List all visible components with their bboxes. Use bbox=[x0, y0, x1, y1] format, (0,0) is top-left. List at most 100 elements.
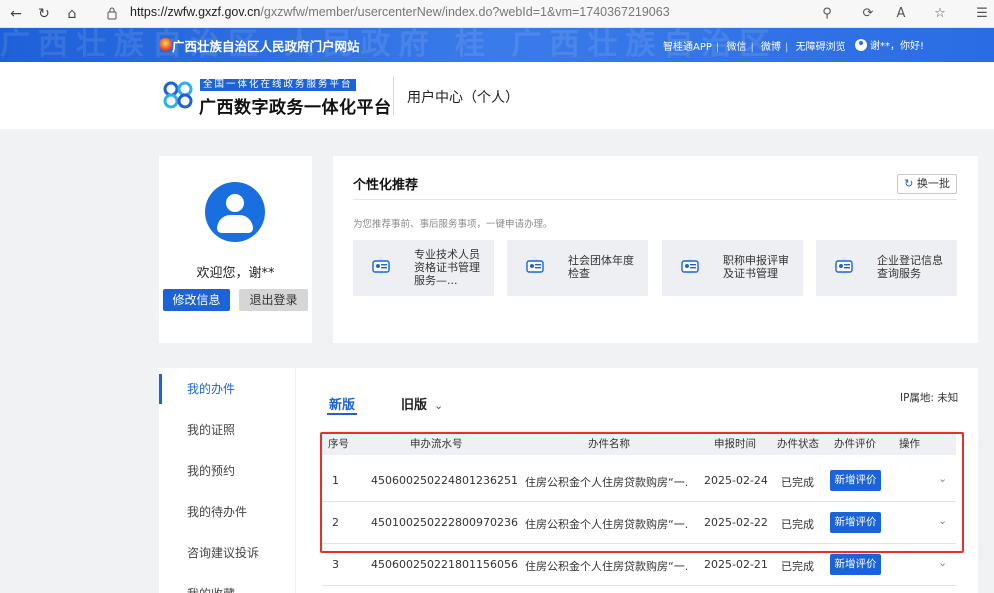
column-header-status: 办件状态 bbox=[777, 438, 819, 450]
row-no: 1 bbox=[332, 474, 339, 487]
gov-link-wechat[interactable]: 微信 bbox=[726, 42, 746, 53]
logout-button[interactable]: 退出登录 bbox=[239, 289, 308, 311]
browser-toolbar: ← ↻ ⌂ https://zwfw.gxzf.gov.cn/gxzwfw/me… bbox=[0, 0, 994, 28]
cases-panel: 新版 旧版 ⌄ IP属地: 未知 序号 申办流水号 办件名称 申报时间 办件状态 … bbox=[296, 368, 978, 593]
edit-profile-button[interactable]: 修改信息 bbox=[163, 289, 230, 311]
column-header-date: 申报时间 bbox=[714, 438, 756, 450]
gov-link-weibo[interactable]: 微博 bbox=[761, 42, 781, 53]
row-serial: 450100250222800970236 bbox=[371, 516, 518, 529]
url-path: /gxzwfw/member/usercenterNew/index.do?we… bbox=[260, 5, 670, 19]
recommendation-item[interactable]: 专业技术人员资格证书管理服务—... bbox=[353, 240, 494, 296]
service-card-icon bbox=[680, 257, 700, 275]
row-date: 2025-02-22 bbox=[704, 516, 768, 529]
chevron-down-icon: ⌄ bbox=[434, 399, 444, 412]
recommendation-item-label: 企业登记信息查询服务 bbox=[877, 254, 943, 280]
tab-new-version[interactable]: 新版 bbox=[329, 394, 355, 413]
add-rating-button[interactable]: 新增评价 bbox=[830, 512, 881, 533]
row-status: 已完成 bbox=[781, 560, 814, 573]
welcome-text: 欢迎您，谢** bbox=[196, 266, 275, 281]
ip-location: IP属地: 未知 bbox=[900, 392, 959, 404]
recommendation-card: 个性化推荐 ↻ 换一批 为您推荐事前、事后服务事项，一键申请办理。 专业技术人员… bbox=[333, 156, 978, 343]
sidebar-item-consult-complaint[interactable]: 咨询建议投诉 bbox=[159, 538, 295, 568]
row-date: 2025-02-24 bbox=[704, 474, 768, 487]
zoom-icon[interactable]: ⚲ bbox=[817, 4, 837, 24]
gov-link-accessibility[interactable]: 无障碍浏览 bbox=[796, 42, 846, 53]
read-aloud-icon[interactable]: A bbox=[891, 4, 911, 24]
row-no: 2 bbox=[332, 516, 339, 529]
address-bar[interactable]: https://zwfw.gxzf.gov.cn/gxzwfw/member/u… bbox=[130, 5, 670, 19]
row-name[interactable]: 住房公积金个人住房贷款购房“一... bbox=[525, 558, 687, 574]
chevron-down-icon[interactable]: ⌄ bbox=[938, 556, 947, 569]
table-row[interactable]: 3 450600250221801156056 住房公积金个人住房贷款购房“一.… bbox=[322, 544, 956, 586]
add-rating-button[interactable]: 新增评价 bbox=[830, 554, 881, 575]
gov-link-app[interactable]: 智桂通APP bbox=[663, 42, 712, 53]
profile-card: 欢迎您，谢** 修改信息 退出登录 bbox=[159, 156, 312, 343]
column-header-name: 办件名称 bbox=[588, 438, 630, 450]
recommendation-item-label: 职称申报评审及证书管理 bbox=[723, 254, 789, 280]
back-icon[interactable]: ← bbox=[6, 4, 26, 24]
add-rating-button[interactable]: 新增评价 bbox=[830, 470, 881, 491]
sidebar-item-my-pending[interactable]: 我的待办件 bbox=[159, 497, 295, 527]
row-status: 已完成 bbox=[781, 518, 814, 531]
recommendation-item[interactable]: 职称申报评审及证书管理 bbox=[662, 240, 803, 296]
active-tab-indicator bbox=[327, 413, 357, 415]
platform-name[interactable]: 广西数字政务一体化平台 bbox=[199, 93, 392, 118]
gov-bar-pattern: 广西壮族自治区 人民政府 桂 广西壮族自治区 bbox=[0, 28, 778, 62]
refresh-batch-button[interactable]: ↻ 换一批 bbox=[897, 174, 957, 194]
table-row[interactable]: 2 450100250222800970236 住房公积金个人住房贷款购房“一.… bbox=[322, 502, 956, 544]
row-name[interactable]: 住房公积金个人住房贷款购房“一... bbox=[525, 516, 687, 532]
gov-top-bar: 广西壮族自治区 人民政府 桂 广西壮族自治区 广西壮族自治区人民政府门户网站 智… bbox=[0, 28, 994, 62]
page-margin bbox=[978, 129, 994, 593]
page-title: 用户中心（个人） bbox=[407, 90, 519, 106]
sidebar-item-my-licenses[interactable]: 我的证照 bbox=[159, 415, 295, 445]
table-row[interactable]: 1 450600250224801236251 住房公积金个人住房贷款购房“一.… bbox=[322, 460, 956, 502]
user-icon bbox=[855, 39, 867, 51]
site-info-icon[interactable] bbox=[105, 6, 119, 20]
table-header: 序号 申办流水号 办件名称 申报时间 办件状态 办件评价 操作 bbox=[322, 431, 956, 455]
favorite-star-icon[interactable]: ☆ bbox=[930, 4, 950, 24]
refresh-icon[interactable]: ↻ bbox=[34, 4, 54, 24]
recommendation-item-label: 社会团体年度检查 bbox=[568, 254, 634, 280]
home-icon[interactable]: ⌂ bbox=[62, 4, 82, 24]
refresh-batch-label: 换一批 bbox=[916, 177, 950, 190]
reload-extension-icon[interactable]: ⟳ bbox=[858, 4, 878, 24]
column-header-no: 序号 bbox=[328, 438, 349, 450]
chevron-down-icon[interactable]: ⌄ bbox=[938, 472, 947, 485]
service-card-icon bbox=[834, 257, 854, 275]
sidebar-item-my-appointments[interactable]: 我的预约 bbox=[159, 456, 295, 486]
header-divider bbox=[393, 76, 394, 116]
user-center-sidebar: 我的办件 我的证照 我的预约 我的待办件 咨询建议投诉 我的收藏 bbox=[159, 368, 295, 593]
refresh-icon: ↻ bbox=[904, 177, 914, 190]
column-header-action: 操作 bbox=[899, 438, 920, 450]
sidebar-item-my-cases[interactable]: 我的办件 bbox=[159, 374, 295, 404]
chevron-down-icon[interactable]: ⌄ bbox=[938, 514, 947, 527]
url-host: https://zwfw.gxzf.gov.cn bbox=[130, 5, 261, 19]
recommendation-item[interactable]: 社会团体年度检查 bbox=[507, 240, 648, 296]
gov-emblem-icon bbox=[159, 38, 172, 51]
row-serial: 450600250224801236251 bbox=[371, 474, 518, 487]
tab-old-version[interactable]: 旧版 ⌄ bbox=[401, 394, 443, 413]
gov-links: 智桂通APP | 微信 | 微博 | 无障碍浏览 bbox=[663, 42, 846, 53]
platform-logo-icon[interactable] bbox=[160, 80, 196, 110]
column-header-serial: 申办流水号 bbox=[410, 438, 463, 450]
gov-portal-link[interactable]: 广西壮族自治区人民政府门户网站 bbox=[172, 36, 360, 55]
service-card-icon bbox=[371, 257, 391, 275]
avatar bbox=[205, 182, 265, 242]
tab-old-version-label: 旧版 bbox=[401, 398, 428, 413]
recommendation-item-label: 专业技术人员资格证书管理服务—... bbox=[414, 248, 480, 287]
recommendation-divider bbox=[353, 199, 957, 200]
recommendation-description: 为您推荐事前、事后服务事项，一键申请办理。 bbox=[353, 219, 553, 230]
user-greeting[interactable]: 谢**，你好! bbox=[855, 37, 924, 52]
service-card-icon bbox=[525, 257, 545, 275]
sidebar-item-my-favorites[interactable]: 我的收藏 bbox=[159, 579, 295, 593]
row-name[interactable]: 住房公积金个人住房贷款购房“一... bbox=[525, 474, 687, 490]
row-date: 2025-02-21 bbox=[704, 558, 768, 571]
row-no: 3 bbox=[332, 558, 339, 571]
logo-tagline: 全国一体化在线政务服务平台 bbox=[200, 79, 356, 91]
column-header-rating: 办件评价 bbox=[834, 438, 876, 450]
recommendation-item[interactable]: 企业登记信息查询服务 bbox=[816, 240, 957, 296]
favorites-list-icon[interactable]: ☰ bbox=[972, 4, 992, 24]
row-status: 已完成 bbox=[781, 476, 814, 489]
row-serial: 450600250221801156056 bbox=[371, 558, 518, 571]
site-header: 全国一体化在线政务服务平台 广西数字政务一体化平台 用户中心（个人） bbox=[0, 62, 994, 129]
